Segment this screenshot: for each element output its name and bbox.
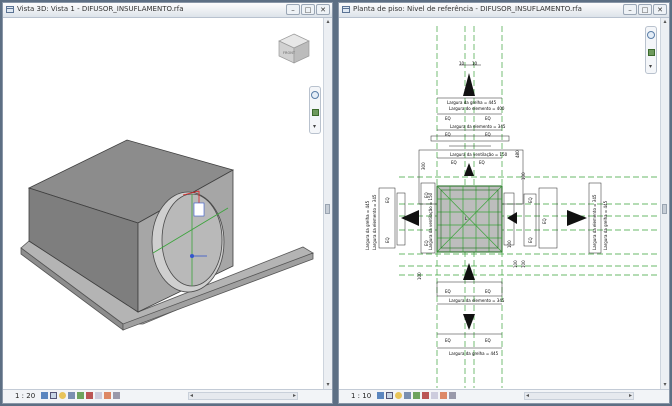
eq-label: EQ (451, 160, 457, 165)
origin-point (190, 254, 194, 258)
zoom-icon[interactable] (648, 49, 655, 56)
dim-480: 480 (515, 150, 520, 158)
nav-dropdown-icon[interactable]: ▾ (649, 63, 652, 70)
eq-label: EQ (528, 197, 533, 203)
dim-label-left1: Largura da grelha = 445 (365, 200, 370, 250)
eq-label: EQ (542, 218, 547, 224)
eq-label: EQ (485, 116, 491, 121)
close-button[interactable]: ✕ (316, 4, 330, 15)
show-crop-icon[interactable] (422, 392, 429, 399)
plan-canvas[interactable]: 10 10 Largura da grelha = 445 Largura do… (339, 18, 660, 389)
dim-10b: 10 (472, 61, 478, 66)
eq-label: EQ (385, 237, 390, 243)
lock-view-icon[interactable] (95, 392, 102, 399)
minimize-button[interactable]: – (286, 4, 300, 15)
floor-plan-titlebar[interactable]: Planta de piso: Nivel de referência - DI… (339, 3, 669, 18)
eq-label: EQ (445, 338, 451, 343)
shadows-icon[interactable] (404, 392, 411, 399)
steering-wheel-icon[interactable] (647, 31, 655, 39)
eq-label: EQ (445, 289, 451, 294)
eq-label: EQ (479, 160, 485, 165)
horizontal-scrollbar[interactable]: ◂ ▸ (524, 392, 634, 400)
shadows-icon[interactable] (68, 392, 75, 399)
crop-view-icon[interactable] (413, 392, 420, 399)
scroll-thumb[interactable] (325, 204, 330, 214)
revit-view-icon (342, 6, 350, 13)
navigation-bar[interactable]: ▾ (645, 26, 657, 74)
floor-plan-title: Planta de piso: Nivel de referência - DI… (353, 5, 582, 13)
viewcube-face-label: FRONT (283, 51, 296, 55)
eq-label: EQ (385, 197, 390, 203)
eq-label: EQ (424, 240, 429, 246)
dim-label-bot1: Largura da elemento = 345 (449, 298, 505, 303)
dim-300: 300 (421, 162, 426, 170)
dim-label-left2: Largura da elemento = 345 (372, 194, 377, 250)
viewcube[interactable]: FRONT (276, 32, 312, 66)
detail-level-icon[interactable] (41, 392, 48, 399)
3d-view-title: Vista 3D: Vista 1 - DIFUSOR_INSUFLAMENTO… (17, 5, 184, 13)
sun-path-icon[interactable] (59, 392, 66, 399)
3d-view-window[interactable]: Vista 3D: Vista 1 - DIFUSOR_INSUFLAMENTO… (2, 2, 333, 404)
dim-label-top3: Largura da elemento = 345 (450, 124, 506, 129)
plan-viewport[interactable]: 10 10 Largura da grelha = 445 Largura do… (339, 18, 660, 389)
view-control-bar: 1 : 10 ◂ ▸ (339, 389, 669, 403)
detail-level-icon[interactable] (377, 392, 384, 399)
dim-100a: 100 (521, 172, 526, 180)
minimize-button[interactable]: – (623, 4, 637, 15)
dimension-text-box[interactable] (193, 202, 205, 217)
steering-wheel-icon[interactable] (311, 91, 319, 99)
3d-model-canvas[interactable] (3, 18, 323, 389)
visual-style-icon[interactable] (50, 392, 57, 399)
horizontal-scrollbar[interactable]: ◂ ▸ (188, 392, 298, 400)
airflow-arrow-right (567, 210, 587, 226)
sun-path-icon[interactable] (395, 392, 402, 399)
temporary-hide-icon[interactable] (440, 392, 447, 399)
dim-label-right1: Largura da elemento = 345 (592, 194, 597, 250)
floor-plan-window[interactable]: Planta de piso: Nivel de referência - DI… (338, 2, 670, 404)
dim-label-right2: Largura da grelha = 445 (603, 200, 608, 250)
eq-label: EQ (485, 289, 491, 294)
crop-view-icon[interactable] (77, 392, 84, 399)
dim-100d: 100 (521, 260, 526, 268)
dim-label-top4: Largura da ventilação = 150 (450, 152, 508, 157)
dim-label-bot2: Largura da grelha = 445 (449, 351, 499, 356)
visual-style-icon[interactable] (386, 392, 393, 399)
eq-label: EQ (445, 132, 451, 137)
dim-label-top2: Largura do elemento = 400 (449, 106, 505, 111)
vertical-scrollbar[interactable]: ▴ ▾ (660, 18, 669, 389)
dim-label-top1: Largura da grelha = 445 (447, 100, 497, 105)
3d-view-titlebar[interactable]: Vista 3D: Vista 1 - DIFUSOR_INSUFLAMENTO… (3, 3, 332, 18)
view-scale[interactable]: 1 : 10 (351, 392, 371, 400)
eq-label: EQ (485, 132, 491, 137)
dim-100e: 100 (417, 272, 422, 280)
scroll-thumb[interactable] (662, 204, 667, 214)
view-scale[interactable]: 1 : 20 (15, 392, 35, 400)
nav-dropdown-icon[interactable]: ▾ (313, 123, 316, 130)
dim-100b: 100 (507, 240, 512, 248)
maximize-button[interactable]: □ (301, 4, 315, 15)
view-control-bar: 1 : 20 ◂ ▸ (3, 389, 332, 403)
vertical-scrollbar[interactable]: ▴ ▾ (323, 18, 332, 389)
eq-label: EQ (424, 192, 429, 198)
airflow-arrow-left (401, 210, 419, 226)
eq-label: EQ (445, 116, 451, 121)
lock-view-icon[interactable] (431, 392, 438, 399)
revit-view-icon (6, 6, 14, 13)
eq-label: EQ (528, 237, 533, 243)
reveal-hidden-icon[interactable] (449, 392, 456, 399)
airflow-arrow-left-small (507, 212, 517, 224)
dim-10a: 10 (459, 61, 465, 66)
dim-100c: 100 (513, 260, 518, 268)
eq-label: EQ (485, 338, 491, 343)
close-button[interactable]: ✕ (653, 4, 667, 15)
3d-viewport[interactable]: FRONT ▾ (3, 18, 323, 389)
temporary-hide-icon[interactable] (104, 392, 111, 399)
maximize-button[interactable]: □ (638, 4, 652, 15)
reveal-hidden-icon[interactable] (113, 392, 120, 399)
show-crop-icon[interactable] (86, 392, 93, 399)
navigation-bar[interactable]: ▾ (309, 86, 321, 134)
zoom-icon[interactable] (312, 109, 319, 116)
airflow-arrow-up-small (464, 163, 474, 176)
